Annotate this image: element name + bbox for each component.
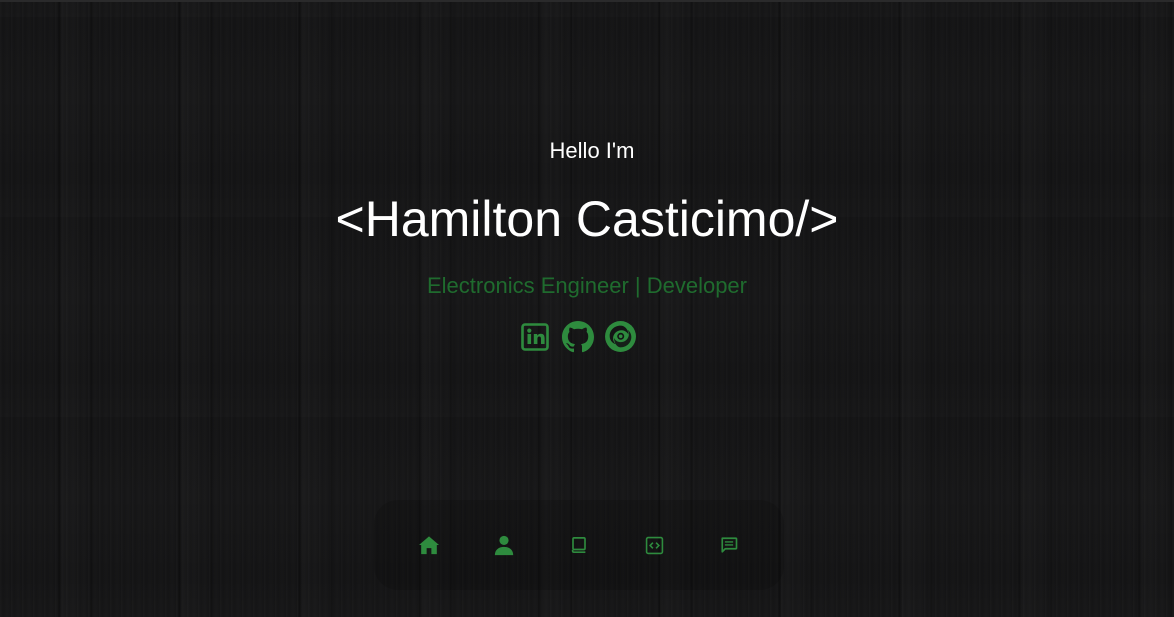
- codepen-swirl-icon: [605, 321, 636, 352]
- nav-item-experience[interactable]: [567, 533, 591, 557]
- nav-item-contact[interactable]: [717, 533, 741, 557]
- hero-greeting: Hello I'm: [549, 138, 635, 163]
- nav-item-portfolio[interactable]: [642, 533, 666, 557]
- linkedin-link[interactable]: [518, 320, 551, 353]
- nav-item-about[interactable]: [492, 533, 516, 557]
- hero-subtitle: Electronics Engineer | Developer: [427, 273, 747, 298]
- github-icon: [561, 320, 594, 352]
- social-links: [518, 320, 637, 353]
- message-icon: [721, 537, 738, 553]
- book-icon: [571, 537, 586, 554]
- portfolio-link[interactable]: [604, 320, 637, 353]
- home-icon: [419, 536, 439, 555]
- bottom-nav: [374, 500, 784, 590]
- github-link[interactable]: [561, 320, 594, 353]
- hero-name: <Hamilton Casticimo/>: [335, 191, 839, 247]
- page: Hello I'm <Hamilton Casticimo/> Electron…: [0, 0, 1174, 617]
- linkedin-icon: [520, 322, 549, 351]
- nav-item-home[interactable]: [417, 533, 441, 557]
- user-icon: [494, 535, 514, 556]
- top-edge-divider: [0, 0, 1174, 2]
- code-icon: [645, 536, 663, 554]
